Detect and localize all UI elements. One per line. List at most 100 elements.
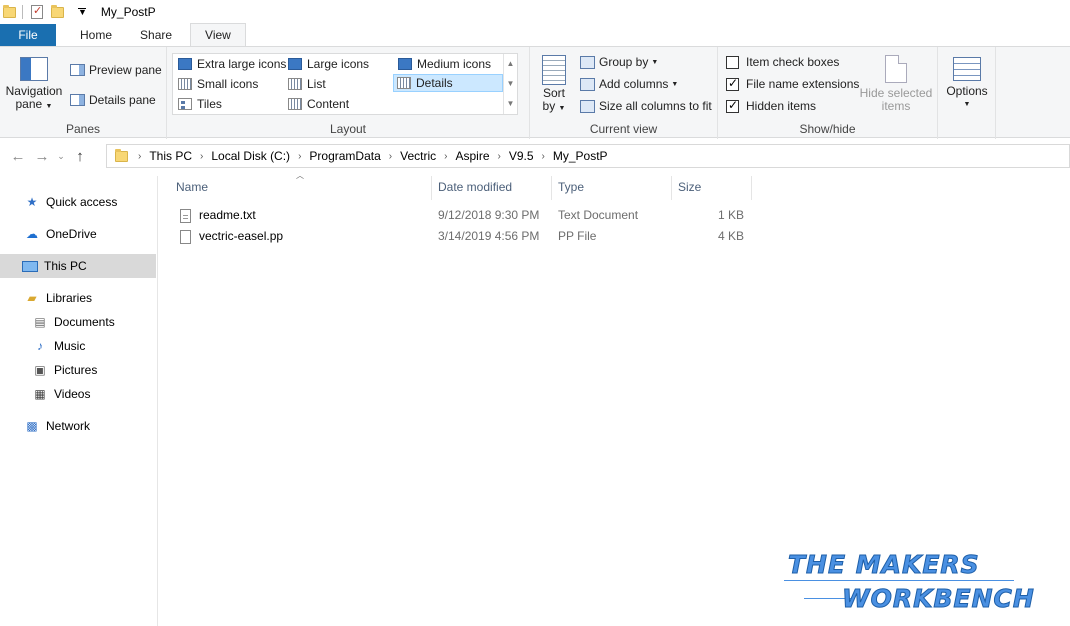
window-title: My_PostP <box>100 5 156 19</box>
breadcrumb-separator-icon[interactable]: › <box>498 151 501 162</box>
options-icon <box>953 57 981 81</box>
file-list: ︿ Name Date modified Type Size readme.tx… <box>160 171 1070 546</box>
ribbon-tabs: File Home Share View <box>0 23 1070 46</box>
quick-access-toolbar: ▼ <box>0 0 87 24</box>
breadcrumb-aspire[interactable]: Aspire <box>455 149 489 163</box>
medium-icons-icon <box>398 58 412 70</box>
computer-icon <box>22 260 38 272</box>
cloud-icon: ☁ <box>26 227 38 241</box>
navigation-pane: ★ Quick access ☁ OneDrive This PC ▰ Libr… <box>0 176 158 626</box>
column-header-name[interactable]: Name <box>170 176 432 200</box>
logo-line2: WORKBENCH <box>842 584 1035 614</box>
documents-icon: ▤ <box>34 315 46 329</box>
navigation-bar: ← → ⌄ ↑ › This PC › Local Disk (C:) › Pr… <box>0 142 1070 170</box>
layout-tiles[interactable]: Tiles <box>175 95 222 113</box>
sort-icon <box>542 55 566 85</box>
hidden-items-toggle[interactable]: Hidden items <box>726 97 816 115</box>
expand-gallery-icon[interactable]: ▼ <box>504 94 517 114</box>
layout-content[interactable]: Content <box>285 95 349 113</box>
size-columns-button[interactable]: Size all columns to fit <box>580 97 712 115</box>
properties-icon[interactable] <box>31 4 43 19</box>
layout-extra-large-icons[interactable]: Extra large icons <box>175 55 286 73</box>
tab-home[interactable]: Home <box>66 24 126 46</box>
file-name-extensions-toggle[interactable]: File name extensions <box>726 75 859 93</box>
nav-quick-access[interactable]: ★ Quick access <box>0 190 156 214</box>
breadcrumb-separator-icon[interactable]: › <box>542 151 545 162</box>
folder-icon <box>115 148 128 162</box>
layout-medium-icons[interactable]: Medium icons <box>395 55 491 73</box>
music-icon: ♪ <box>37 339 43 353</box>
file-name-extensions-checkbox[interactable] <box>726 76 739 91</box>
recent-locations-chevron-icon[interactable]: ⌄ <box>54 151 68 162</box>
new-folder-icon[interactable] <box>51 4 64 18</box>
nav-music[interactable]: ♪ Music <box>0 334 156 358</box>
breadcrumb-separator-icon[interactable]: › <box>444 151 447 162</box>
options-button[interactable]: Options ▼ <box>942 57 992 111</box>
nav-libraries[interactable]: ▰ Libraries <box>0 286 156 310</box>
chevron-down-icon: ▼ <box>651 58 659 66</box>
size-columns-icon <box>580 99 595 113</box>
folder-icon[interactable] <box>3 4 16 18</box>
breadcrumb-separator-icon[interactable]: › <box>389 151 392 162</box>
network-icon: ▩ <box>26 419 38 433</box>
hide-selected-items-button[interactable]: Hide selected items <box>858 55 934 113</box>
breadcrumb-separator-icon[interactable]: › <box>298 151 301 162</box>
back-arrow-icon[interactable]: ← <box>6 148 30 165</box>
breadcrumb-vectric[interactable]: Vectric <box>400 149 436 163</box>
column-header-size[interactable]: Size <box>672 176 752 200</box>
customize-toolbar-chevron-icon[interactable]: ▼ <box>70 7 87 17</box>
item-check-boxes-toggle[interactable]: Item check boxes <box>726 53 839 71</box>
nav-documents[interactable]: ▤ Documents <box>0 310 156 334</box>
details-icon <box>397 77 411 89</box>
star-icon: ★ <box>26 195 38 209</box>
details-pane-icon <box>70 94 85 106</box>
list-icon <box>288 78 302 90</box>
layout-list[interactable]: List <box>285 75 326 93</box>
breadcrumb-v95[interactable]: V9.5 <box>509 149 534 163</box>
chevron-down-icon: ▼ <box>45 103 53 110</box>
breadcrumb-my-postp[interactable]: My_PostP <box>553 149 608 163</box>
nav-onedrive[interactable]: ☁ OneDrive <box>0 222 156 246</box>
current-view-group: Sort by ▼ Group by ▼ Add columns ▼ Size … <box>530 47 718 139</box>
item-check-boxes-checkbox[interactable] <box>726 55 739 69</box>
layout-small-icons[interactable]: Small icons <box>175 75 258 93</box>
sort-by-button[interactable]: Sort by ▼ <box>536 55 572 115</box>
chevron-down-icon: ▼ <box>671 80 679 88</box>
group-by-button[interactable]: Group by ▼ <box>580 53 658 71</box>
table-row[interactable]: readme.txt 9/12/2018 9:30 PM Text Docume… <box>172 205 752 226</box>
preview-pane-button[interactable]: Preview pane <box>70 61 162 79</box>
add-columns-button[interactable]: Add columns ▼ <box>580 75 678 93</box>
column-header-type[interactable]: Type <box>552 176 672 200</box>
hide-selected-icon <box>885 55 907 83</box>
nav-this-pc[interactable]: This PC <box>0 254 156 278</box>
up-arrow-icon[interactable]: ↑ <box>68 148 92 165</box>
nav-videos[interactable]: ▦ Videos <box>0 382 156 406</box>
blank-file-icon <box>180 229 191 244</box>
breadcrumb-separator-icon[interactable]: › <box>200 151 203 162</box>
navigation-pane-button[interactable]: Navigation pane ▼ <box>4 57 64 113</box>
breadcrumb-this-pc[interactable]: This PC <box>149 149 192 163</box>
layout-large-icons[interactable]: Large icons <box>285 55 369 73</box>
address-bar[interactable]: › This PC › Local Disk (C:) › ProgramDat… <box>106 144 1070 168</box>
details-pane-button[interactable]: Details pane <box>70 91 156 109</box>
layout-details[interactable]: Details <box>393 74 503 92</box>
column-header-date[interactable]: Date modified <box>432 176 552 200</box>
tiles-icon <box>178 98 192 110</box>
tab-share[interactable]: Share <box>126 24 186 46</box>
group-label-layout: Layout <box>329 122 367 136</box>
hidden-items-checkbox[interactable] <box>726 98 739 113</box>
group-label-current-view: Current view <box>589 122 658 136</box>
breadcrumb-local-disk[interactable]: Local Disk (C:) <box>211 149 290 163</box>
breadcrumb-programdata[interactable]: ProgramData <box>309 149 380 163</box>
scroll-up-icon[interactable]: ▲ <box>504 54 517 74</box>
forward-arrow-icon[interactable]: → <box>30 148 54 165</box>
nav-network[interactable]: ▩ Network <box>0 414 156 438</box>
nav-pictures[interactable]: ▣ Pictures <box>0 358 156 382</box>
tab-file[interactable]: File <box>0 24 56 46</box>
tab-view[interactable]: View <box>190 23 246 46</box>
table-row[interactable]: vectric-easel.pp 3/14/2019 4:56 PM PP Fi… <box>172 226 752 247</box>
navigation-pane-icon <box>20 57 48 81</box>
scroll-down-icon[interactable]: ▼ <box>504 74 517 94</box>
text-file-icon <box>180 208 191 223</box>
panes-group: Navigation pane ▼ Preview pane Details p… <box>0 47 167 139</box>
